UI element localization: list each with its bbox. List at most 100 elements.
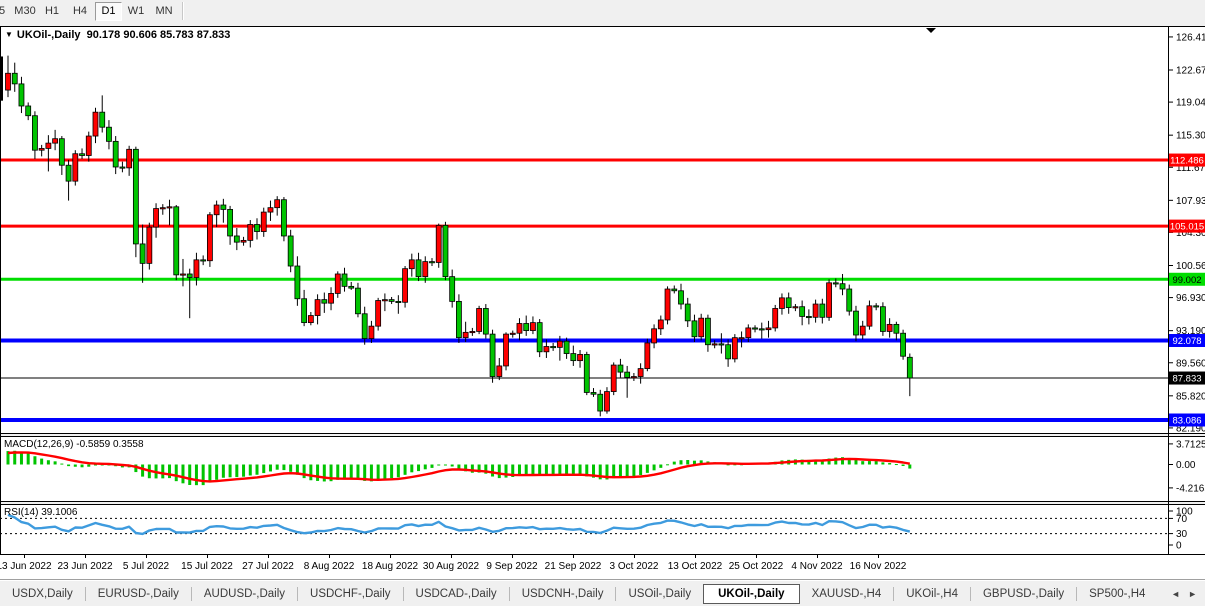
candle [840, 284, 845, 289]
timeframe-button-h1[interactable]: H1 [40, 2, 64, 21]
timeframe-button-w1[interactable]: W1 [124, 2, 148, 21]
macd-histogram-bar [531, 465, 534, 475]
candle [470, 331, 475, 332]
candle [847, 289, 852, 311]
symbol-tab-sp500-h4[interactable]: SP500-,H4 [1077, 585, 1157, 603]
macd-histogram-bar [666, 464, 669, 465]
tab-scroll-left-icon[interactable]: ◄ [1167, 587, 1184, 601]
macd-histogram-bar [242, 465, 245, 477]
time-tick [512, 555, 513, 558]
symbol-tab-usoil-daily[interactable]: USOil-,Daily [616, 585, 703, 603]
symbol-tab-usdchf-daily[interactable]: USDCHF-,Daily [298, 585, 403, 603]
candle [255, 224, 260, 231]
candle [901, 333, 906, 356]
macd-histogram-bar [269, 465, 272, 472]
rsi-panel[interactable] [0, 515, 1168, 534]
candle [564, 341, 569, 353]
symbol-tab-usdcad-daily[interactable]: USDCAD-,Daily [404, 585, 509, 603]
time-label: 25 Oct 2022 [721, 561, 791, 572]
timeframe-button-d1[interactable]: D1 [95, 2, 122, 21]
chart-symbol-period: UKOil-,Daily [17, 29, 81, 41]
symbol-tab-gbpusd-daily[interactable]: GBPUSD-,Daily [971, 585, 1076, 603]
macd-histogram-bar [888, 463, 891, 464]
time-label: 13 Oct 2022 [660, 561, 730, 572]
symbol-tab-usdcnh-daily[interactable]: USDCNH-,Daily [510, 585, 616, 603]
candle [578, 354, 583, 360]
macd-histogram-bar [343, 465, 346, 480]
candle [860, 326, 865, 335]
candle [275, 200, 280, 208]
symbol-tab-eurusd-daily[interactable]: EURUSD-,Daily [86, 585, 191, 603]
chart-area[interactable]: 126.410122.670119.040115.300111.670107.9… [0, 26, 1205, 555]
candle [315, 300, 320, 316]
candle [806, 316, 811, 317]
timeframe-button-mn[interactable]: MN [151, 2, 177, 21]
candle [59, 139, 64, 166]
time-tick [451, 555, 452, 558]
macd-histogram-bar [390, 465, 393, 479]
macd-histogram-bar [552, 465, 555, 475]
symbol-tab-ukoil-daily[interactable]: UKOil-,Daily [703, 584, 799, 604]
candle [679, 291, 684, 304]
macd-histogram-bar [87, 465, 90, 467]
candle [685, 304, 690, 321]
macd-histogram-bar [410, 465, 413, 473]
candle [638, 369, 643, 377]
candle [779, 298, 784, 309]
timeframe-button-h4[interactable]: H4 [68, 2, 92, 21]
time-label: 5 Jul 2022 [111, 561, 181, 572]
candle [154, 209, 159, 228]
symbol-tab-audusd-daily[interactable]: AUDUSD-,Daily [192, 585, 297, 603]
rsi-line [8, 515, 910, 534]
symbol-dropdown-icon[interactable]: ▼ [5, 30, 13, 39]
candle [759, 329, 764, 330]
candle [241, 240, 246, 242]
time-label: 16 Nov 2022 [843, 561, 913, 572]
candle [120, 167, 125, 168]
symbol-tab-usdx-daily[interactable]: USDX,Daily [0, 585, 85, 603]
price-tick-label: 96.930 [1176, 293, 1205, 304]
candle [19, 84, 24, 106]
candle [349, 286, 354, 288]
rsi-axis-label: 70 [1176, 514, 1188, 525]
candle [355, 288, 360, 314]
symbol-tab-ukoil-h4[interactable]: UKOil-,H4 [894, 585, 970, 603]
macd-histogram-bar [256, 465, 259, 475]
time-label: 27 Jul 2022 [233, 561, 303, 572]
candle [106, 127, 111, 141]
chart-canvas[interactable]: 126.410122.670119.040115.300111.670107.9… [0, 26, 1205, 555]
timeframe-button-m30[interactable]: M30 [10, 2, 40, 21]
macd-histogram-bar [383, 465, 386, 480]
macd-panel[interactable] [7, 451, 912, 485]
candle [598, 394, 603, 411]
candle [833, 283, 838, 284]
macd-histogram-bar [424, 465, 427, 470]
macd-histogram-bar [168, 465, 171, 479]
candle [268, 208, 273, 212]
candle [793, 307, 798, 308]
candle [295, 266, 300, 299]
timeframe-button-5[interactable]: 5 [0, 2, 10, 21]
time-label: 21 Sep 2022 [538, 561, 608, 572]
macd-histogram-bar [40, 459, 43, 465]
candle [739, 338, 744, 339]
candle [167, 207, 172, 208]
rsi-indicator-label: RSI(14) 39.1006 [4, 507, 77, 518]
time-label: 15 Jul 2022 [172, 561, 242, 572]
macd-histogram-bar [673, 462, 676, 465]
price-badge-text: 112.486 [1170, 156, 1204, 167]
bar-marker-icon [926, 28, 936, 33]
macd-histogram-bar [854, 460, 857, 464]
macd-histogram-bar [289, 465, 292, 472]
candle [557, 341, 562, 347]
candle [658, 320, 663, 329]
tab-scroll-right-icon[interactable]: ► [1184, 587, 1201, 601]
main-price-panel[interactable] [0, 28, 1168, 420]
macd-histogram-bar [188, 465, 191, 485]
candle [584, 354, 589, 392]
macd-histogram-bar [430, 465, 433, 468]
time-axis[interactable]: 13 Jun 202223 Jun 20225 Jul 202215 Jul 2… [0, 555, 1205, 579]
candle [403, 269, 408, 303]
symbol-tab-xauusd-h4[interactable]: XAUUSD-,H4 [800, 585, 894, 603]
macd-histogram-bar [262, 465, 265, 474]
